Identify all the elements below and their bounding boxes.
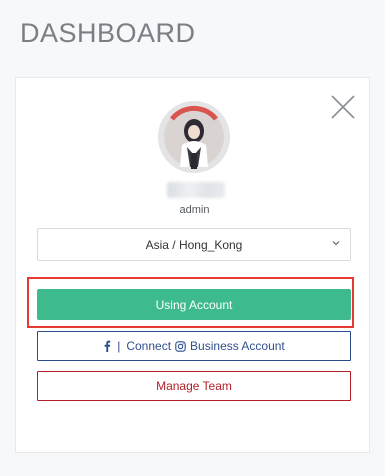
connect-business-account-button[interactable]: | Connect Business Account	[37, 331, 351, 361]
connect-separator: |	[117, 339, 121, 353]
role-label: admin	[179, 204, 210, 216]
using-account-label: Using Account	[155, 297, 233, 312]
using-account-button[interactable]: Using Account	[37, 289, 351, 320]
dashboard-page: DASHBOARD admin Asia / Hong_Kong Using A…	[0, 0, 385, 476]
close-icon[interactable]	[330, 94, 356, 120]
avatar	[158, 101, 230, 173]
instagram-icon	[175, 340, 186, 352]
connect-label: Connect	[126, 339, 172, 353]
chevron-down-icon	[332, 239, 340, 247]
page-title: DASHBOARD	[20, 18, 196, 48]
manage-team-button[interactable]: Manage Team	[37, 371, 351, 401]
timezone-select[interactable]: Asia / Hong_Kong	[37, 228, 351, 261]
username-redacted	[167, 182, 225, 198]
manage-team-label: Manage Team	[156, 379, 232, 393]
timezone-value: Asia / Hong_Kong	[145, 237, 243, 252]
business-account-label: Business Account	[190, 339, 285, 353]
facebook-icon	[103, 340, 111, 352]
